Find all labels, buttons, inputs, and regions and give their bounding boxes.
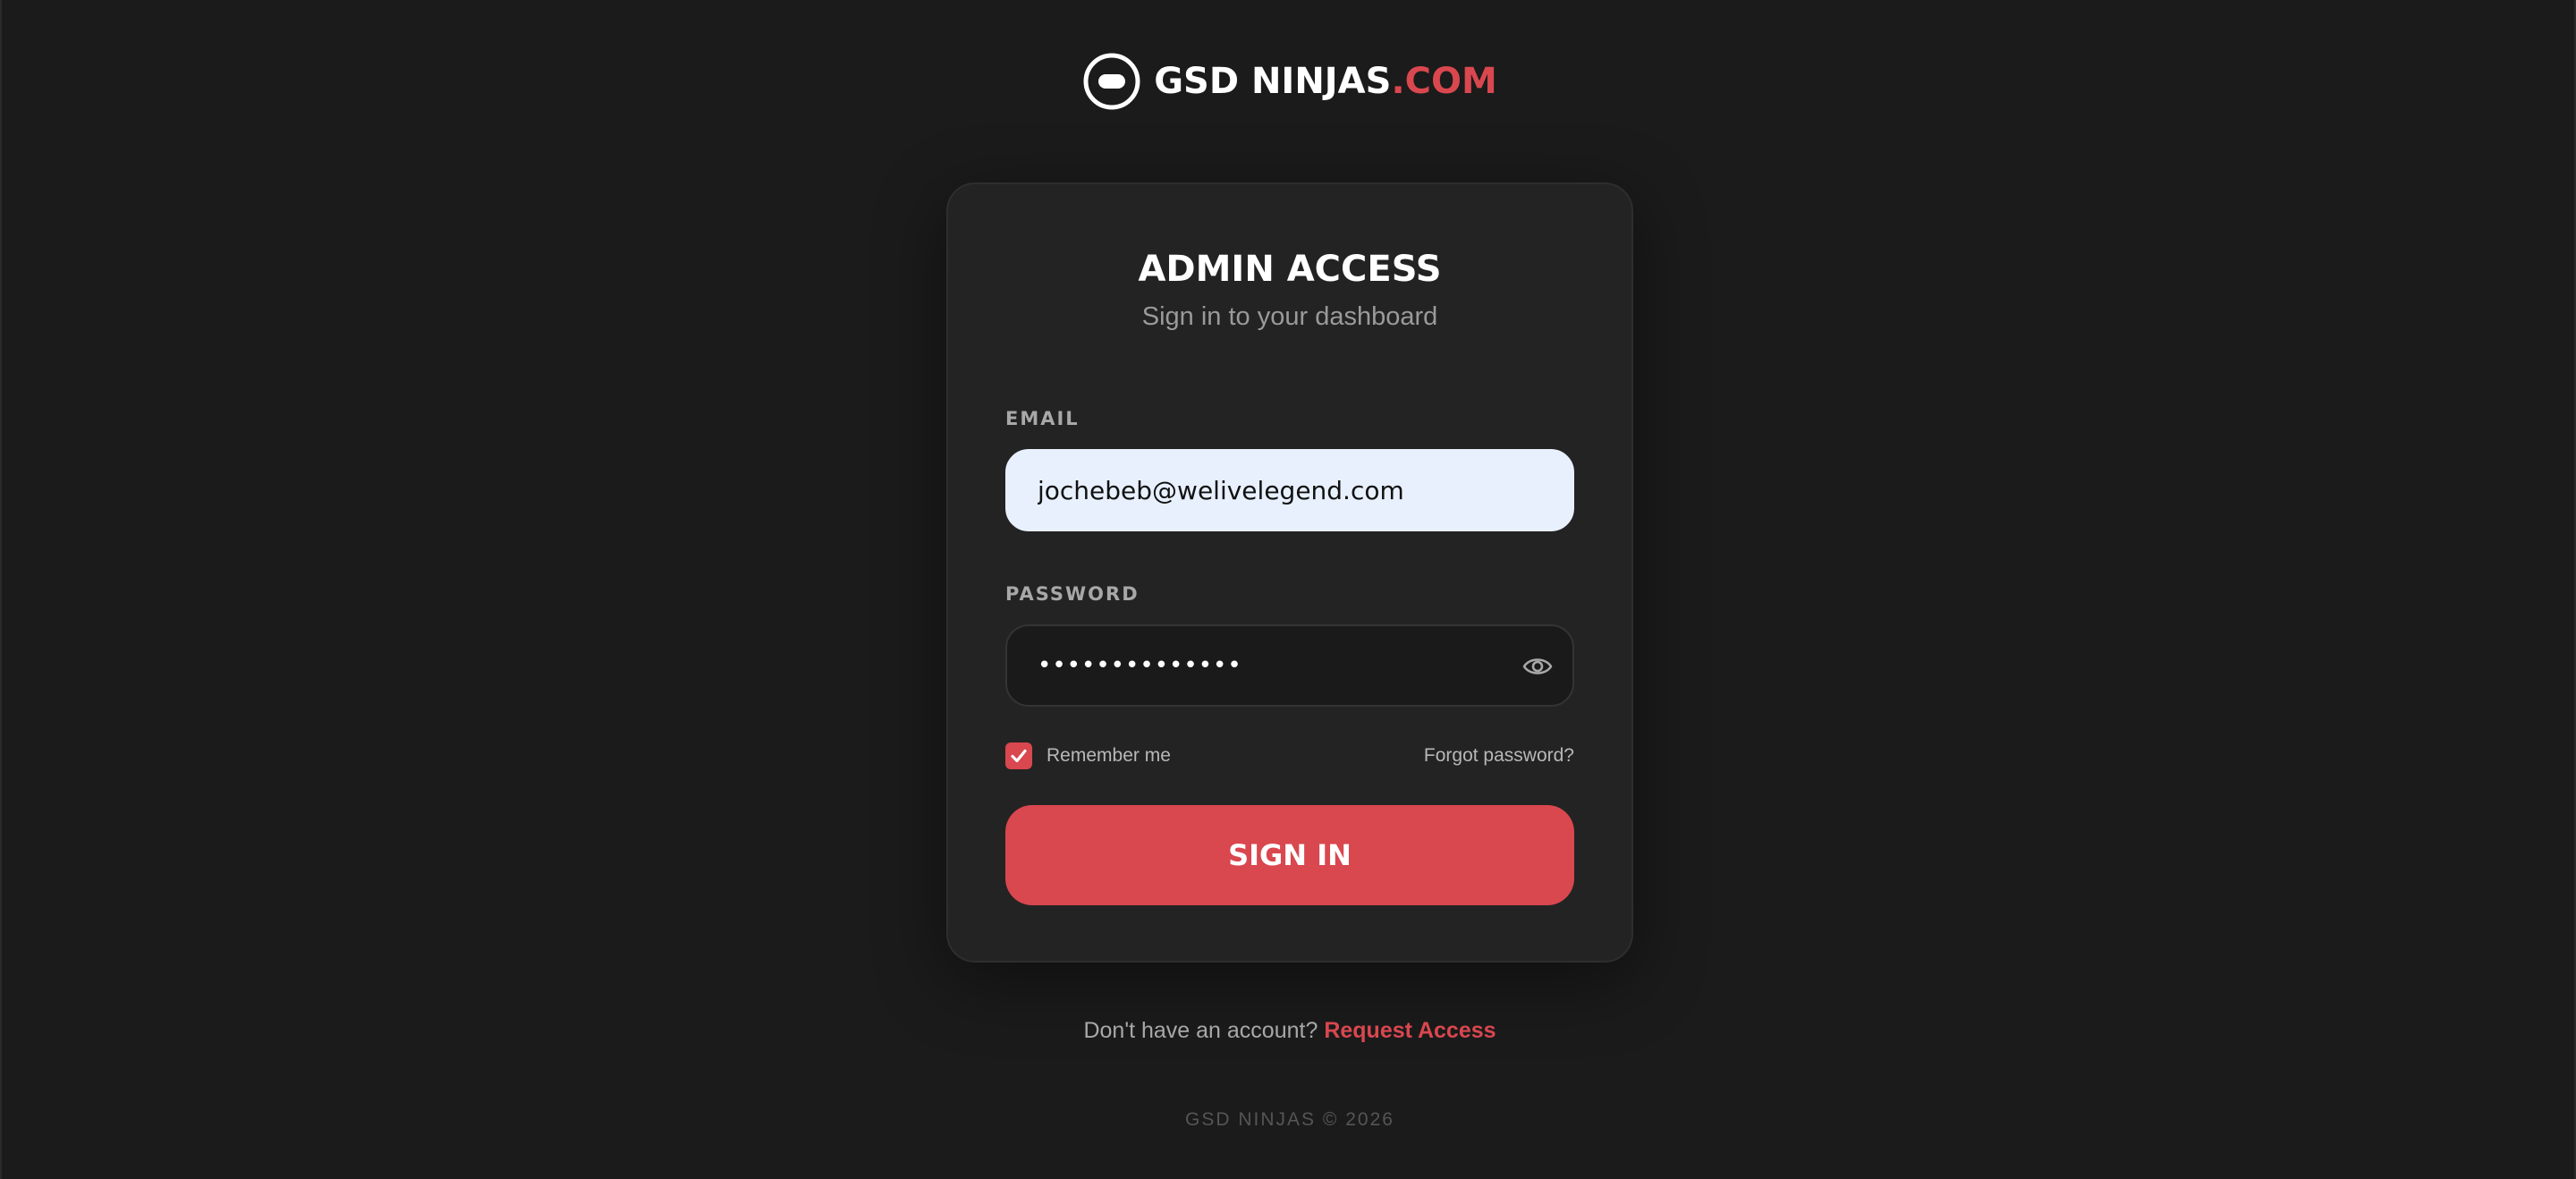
password-masked-value: ••••••••••••••	[1038, 652, 1242, 679]
remember-me[interactable]: Remember me	[1005, 742, 1171, 769]
login-page: GSD NINJAS.COM ADMIN ACCESS Sign in to y…	[0, 0, 2576, 1179]
forgot-password-link[interactable]: Forgot password?	[1424, 745, 1574, 767]
sign-in-button[interactable]: SIGN IN	[1005, 805, 1574, 905]
brand-name-main: GSD NINJAS	[1154, 61, 1392, 102]
checkmark-icon	[1011, 749, 1027, 763]
password-input[interactable]: ••••••••••••••	[1005, 624, 1574, 707]
remember-checkbox[interactable]	[1005, 742, 1032, 769]
brand-name-accent: .COM	[1391, 61, 1497, 102]
request-access-link[interactable]: Request Access	[1324, 1018, 1496, 1043]
card-subtitle: Sign in to your dashboard	[1141, 302, 1438, 331]
login-card: ADMIN ACCESS Sign in to your dashboard E…	[946, 182, 1633, 963]
password-label: PASSWORD	[1005, 583, 1140, 605]
brand-name: GSD NINJAS.COM	[1154, 61, 1497, 102]
email-label: EMAIL	[1005, 408, 1080, 429]
eye-icon[interactable]	[1522, 651, 1553, 682]
pill-circle-icon	[1083, 53, 1140, 110]
copyright: GSD NINJAS © 2026	[1185, 1109, 1394, 1130]
remember-label: Remember me	[1046, 745, 1171, 766]
request-access-prompt: Don't have an account? Request Access	[2, 1018, 2576, 1044]
card-title: ADMIN ACCESS	[1138, 249, 1442, 290]
brand-logo[interactable]: GSD NINJAS.COM	[2, 52, 2576, 111]
email-input[interactable]	[1005, 449, 1574, 531]
account-prompt-text: Don't have an account?	[1083, 1018, 1318, 1043]
